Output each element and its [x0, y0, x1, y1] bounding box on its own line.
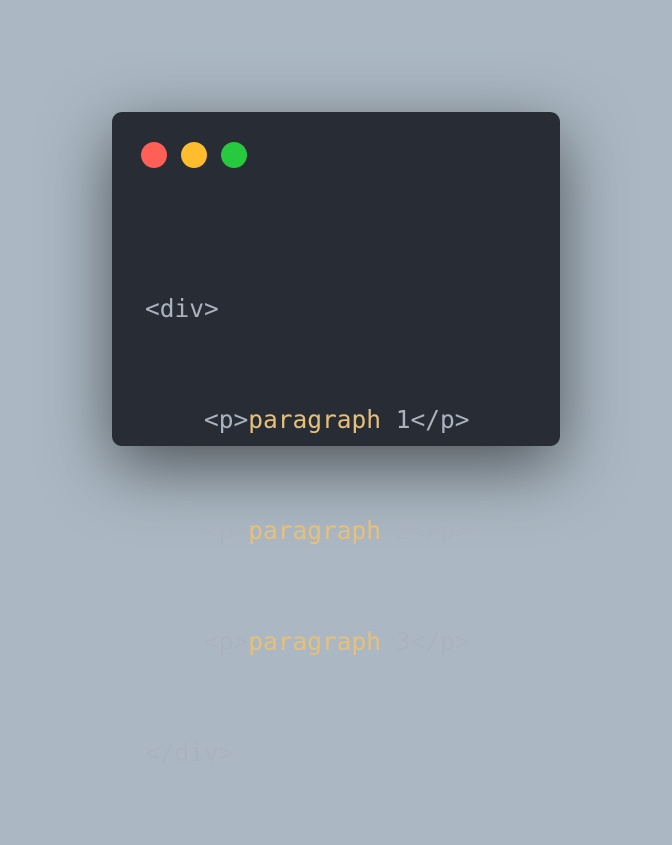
p-close-tag: 1</p>: [381, 405, 470, 434]
code-line-4: <p>paragraph 3</p>: [145, 623, 470, 660]
paragraph-text: paragraph: [248, 627, 382, 656]
code-line-3: <p>paragraph 2</p>: [145, 512, 470, 549]
paragraph-text: paragraph: [248, 405, 382, 434]
p-open-tag: <p>: [204, 405, 249, 434]
p-close-tag: 2</p>: [381, 516, 470, 545]
code-block: <div> <p>paragraph 1</p> <p>paragraph 2<…: [145, 216, 470, 845]
code-line-2: <p>paragraph 1</p>: [145, 401, 470, 438]
p-open-tag: <p>: [204, 516, 249, 545]
minimize-icon[interactable]: [181, 142, 207, 168]
p-open-tag: <p>: [204, 627, 249, 656]
close-icon[interactable]: [141, 142, 167, 168]
div-close-tag: </div>: [145, 738, 234, 767]
maximize-icon[interactable]: [221, 142, 247, 168]
code-line-5: </div>: [145, 734, 470, 771]
paragraph-text: paragraph: [248, 516, 382, 545]
p-close-tag: 3</p>: [381, 627, 470, 656]
window-controls: [141, 142, 247, 168]
code-line-1: <div>: [145, 290, 470, 327]
div-open-tag: <div>: [145, 294, 219, 323]
code-window: <div> <p>paragraph 1</p> <p>paragraph 2<…: [112, 112, 560, 767]
